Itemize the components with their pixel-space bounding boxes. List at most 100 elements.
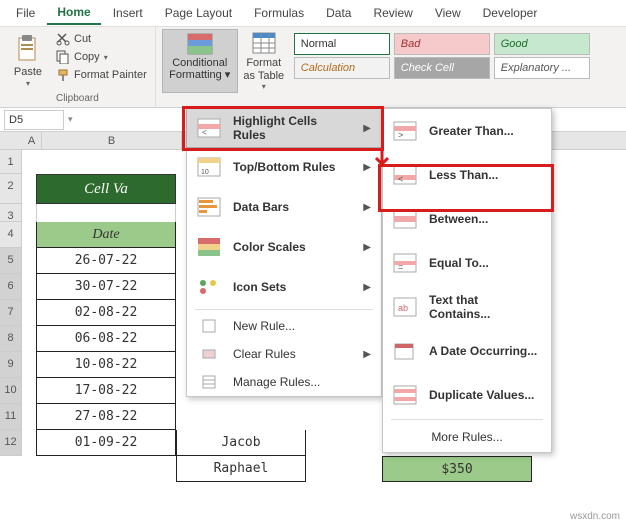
row-9[interactable]: 9 [0,352,22,378]
menu-manage-rules[interactable]: Manage Rules... [187,368,381,396]
copy-icon [56,50,70,64]
chevron-right-icon: ▶ [363,123,371,134]
menu-duplicate-values[interactable]: Duplicate Values... [383,373,551,417]
style-bad[interactable]: Bad [394,33,490,55]
conditional-formatting-button[interactable]: Conditional Formatting ▾ [162,29,238,93]
tab-file[interactable]: File [6,2,45,24]
topbottom-icon: 10 [197,157,221,177]
menu-top-bottom-rules[interactable]: 10 Top/Bottom Rules ▶ [187,147,381,187]
format-as-table-button[interactable]: Format as Table ▾ [242,29,286,93]
tab-view[interactable]: View [425,2,471,24]
style-good[interactable]: Good [494,33,590,55]
styles-group: Conditional Formatting ▾ Format as Table… [156,27,600,107]
col-a[interactable]: A [22,132,42,149]
chevron-right-icon: ▶ [363,162,371,173]
tab-review[interactable]: Review [363,2,422,24]
table-icon [251,31,277,55]
row-1[interactable]: 1 [0,150,22,174]
price-cell[interactable]: $350 [382,456,532,482]
tab-developer[interactable]: Developer [473,2,548,24]
tab-home[interactable]: Home [47,1,100,25]
paste-label: Paste [14,66,42,78]
table-row[interactable]: Jacob [176,430,306,456]
table-row[interactable]: 17-08-22 [36,378,176,404]
table-header-date[interactable]: Date [36,222,176,248]
menu-text-contains[interactable]: ab Text that Contains... [383,285,551,329]
menu-icon-sets[interactable]: Icon Sets ▶ [187,267,381,307]
row-8[interactable]: 8 [0,326,22,352]
tab-insert[interactable]: Insert [103,2,153,24]
tab-formulas[interactable]: Formulas [244,2,314,24]
table-row[interactable]: 02-08-22 [36,300,176,326]
svg-text:10: 10 [201,169,209,176]
svg-text:<: < [398,174,403,184]
table-row[interactable]: Raphael [176,456,306,482]
ribbon-tabs: File Home Insert Page Layout Formulas Da… [0,0,626,26]
date-icon [393,341,417,361]
cut-button[interactable]: Cut [54,31,149,47]
menu-color-scales[interactable]: Color Scales ▶ [187,227,381,267]
menu-new-rule[interactable]: New Rule... [187,312,381,340]
clipboard-group-label: Clipboard [6,93,149,106]
menu-label: Top/Bottom Rules [233,160,335,174]
colorscales-icon [197,237,221,257]
menu-more-rules[interactable]: More Rules... [383,422,551,452]
copy-button[interactable]: Copy ▾ [54,49,149,65]
format-painter-button[interactable]: Format Painter [54,67,149,83]
format-table-label: Format as Table [242,57,286,81]
ribbon: Paste ▾ Cut Copy ▾ Format Painter C [0,26,626,108]
paste-button[interactable]: Paste ▾ [6,29,50,93]
svg-text:>: > [398,130,403,140]
col-b[interactable]: B [42,132,182,149]
style-calculation[interactable]: Calculation [294,57,390,79]
table-title[interactable]: Cell Va [36,174,176,204]
menu-highlight-cells-rules[interactable]: < Highlight Cells Rules ▶ [186,108,382,148]
manage-rules-icon [197,372,221,392]
table-row[interactable]: 01-09-22 [36,430,176,456]
row-11[interactable]: 11 [0,404,22,430]
gt-icon: > [393,121,417,141]
menu-between[interactable]: Between... [383,197,551,241]
menu-label: Icon Sets [233,280,286,294]
data-table: Cell Va Date 26-07-22 30-07-22 02-08-22 … [36,174,176,456]
tab-page-layout[interactable]: Page Layout [155,2,242,24]
menu-data-bars[interactable]: Data Bars ▶ [187,187,381,227]
style-check-cell[interactable]: Check Cell [394,57,490,79]
paste-icon [15,34,41,64]
table-row[interactable]: 06-08-22 [36,326,176,352]
table-row[interactable]: 30-07-22 [36,274,176,300]
menu-clear-rules[interactable]: Clear Rules ▶ [187,340,381,368]
name-box[interactable]: D5 [4,110,64,130]
style-normal[interactable]: Normal [294,33,390,55]
style-explanatory[interactable]: Explanatory ... [494,57,590,79]
highlight-icon: < [197,118,221,138]
row-5[interactable]: 5 [0,248,22,274]
menu-greater-than[interactable]: > Greater Than... [383,109,551,153]
between-icon [393,209,417,229]
namebox-dropdown-icon[interactable]: ▾ [68,114,73,125]
scissors-icon [56,32,70,46]
table-row[interactable]: 27-08-22 [36,404,176,430]
svg-text:<: < [202,128,207,137]
menu-label: Text that Contains... [429,293,541,321]
menu-label: Color Scales [233,240,306,254]
row-7[interactable]: 7 [0,300,22,326]
row-10[interactable]: 10 [0,378,22,404]
row-4[interactable]: 4 [0,222,22,248]
menu-equal-to[interactable]: = Equal To... [383,241,551,285]
svg-text:ab: ab [398,303,408,313]
menu-label: Less Than... [429,168,498,182]
table-row[interactable]: 26-07-22 [36,248,176,274]
tab-data[interactable]: Data [316,2,361,24]
table-row[interactable]: 10-08-22 [36,352,176,378]
menu-date-occurring[interactable]: A Date Occurring... [383,329,551,373]
row-2[interactable]: 2 [0,174,22,204]
row-6[interactable]: 6 [0,274,22,300]
menu-less-than[interactable]: < Less Than... [383,153,551,197]
menu-label: Data Bars [233,200,289,214]
row-3[interactable]: 3 [0,204,22,222]
row-12[interactable]: 12 [0,430,22,456]
menu-label: Between... [429,212,488,226]
new-rule-icon [197,316,221,336]
brush-icon [56,68,70,82]
